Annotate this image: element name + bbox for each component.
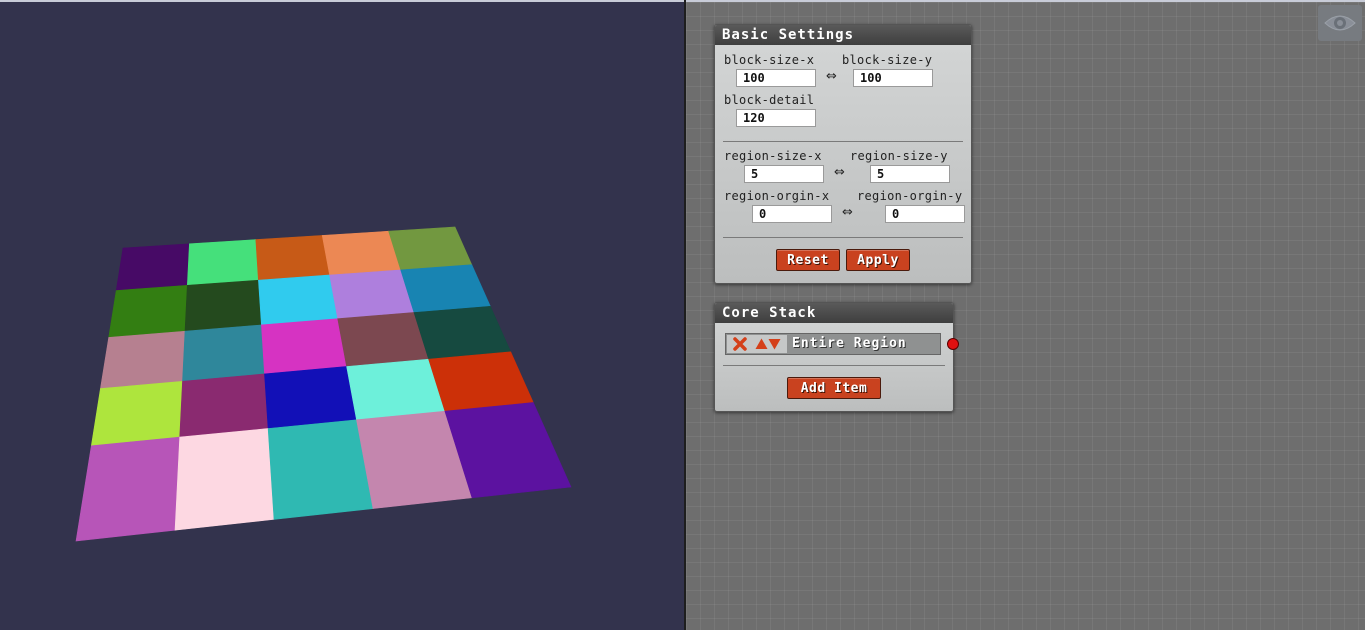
core-stack-panel: Core Stack Entire Region Add Item	[714, 302, 959, 412]
region-tile	[267, 419, 374, 520]
region-tile	[255, 235, 330, 281]
region-origin-x-label: region-orgin-x	[724, 189, 830, 203]
stack-item-entire-region[interactable]: Entire Region	[725, 333, 941, 355]
region-tile-grid[interactable]	[0, 2, 684, 632]
basic-settings-title[interactable]: Basic Settings	[715, 25, 971, 45]
block-size-x-input[interactable]	[736, 69, 816, 87]
move-up-icon[interactable]	[755, 335, 768, 353]
toggle-visibility-button[interactable]	[1318, 5, 1362, 41]
basic-settings-panel: Basic Settings block-size-x block-size-y…	[714, 24, 972, 284]
eye-icon	[1324, 15, 1356, 31]
region-tile	[321, 230, 402, 276]
add-item-button[interactable]: Add Item	[787, 377, 881, 399]
stack-item-label: Entire Region	[792, 336, 907, 351]
reset-button[interactable]: Reset	[776, 249, 840, 271]
link-region-size-toggle[interactable]: ⇔	[834, 165, 845, 180]
move-down-icon[interactable]	[768, 335, 781, 353]
block-detail-input[interactable]	[736, 109, 816, 127]
region-tile	[329, 269, 415, 320]
output-connector[interactable]	[947, 338, 959, 350]
region-tile	[115, 243, 190, 291]
region-tile	[90, 380, 183, 447]
region-size-y-input[interactable]	[870, 165, 950, 183]
region-tile	[428, 351, 534, 412]
separator	[723, 141, 963, 142]
region-tile	[264, 366, 357, 429]
region-tile	[413, 305, 512, 360]
block-size-y-input[interactable]	[853, 69, 933, 87]
region-tile	[174, 428, 275, 531]
region-tile	[346, 358, 446, 421]
region-origin-y-label: region-orgin-y	[857, 189, 963, 203]
region-tile	[179, 373, 269, 438]
block-size-y-label: block-size-y	[842, 53, 933, 67]
region-tile	[100, 330, 186, 389]
region-tile	[75, 436, 181, 542]
region-tile	[108, 284, 188, 338]
region-tile	[182, 324, 265, 382]
stack-item-controls	[727, 335, 787, 353]
region-size-x-label: region-size-x	[724, 149, 822, 163]
region-tile	[258, 274, 339, 326]
3d-viewport[interactable]	[0, 0, 684, 630]
separator	[723, 237, 963, 238]
link-region-origin-toggle[interactable]: ⇔	[842, 205, 853, 220]
apply-button[interactable]: Apply	[846, 249, 910, 271]
node-editor[interactable]: Basic Settings block-size-x block-size-y…	[686, 0, 1365, 630]
region-tile	[184, 279, 262, 332]
region-tile	[400, 264, 491, 313]
region-tile	[388, 226, 473, 271]
region-tile	[186, 239, 259, 286]
link-xy-toggle[interactable]: ⇔	[826, 69, 837, 84]
region-origin-x-input[interactable]	[752, 205, 832, 223]
region-origin-y-input[interactable]	[885, 205, 965, 223]
block-detail-label: block-detail	[724, 93, 815, 107]
region-tile	[337, 312, 429, 367]
block-size-x-label: block-size-x	[724, 53, 815, 67]
close-icon[interactable]	[731, 335, 749, 353]
core-stack-title[interactable]: Core Stack	[715, 303, 953, 323]
region-tile	[261, 318, 347, 375]
region-size-x-input[interactable]	[744, 165, 824, 183]
separator	[723, 365, 945, 366]
region-size-y-label: region-size-y	[850, 149, 948, 163]
